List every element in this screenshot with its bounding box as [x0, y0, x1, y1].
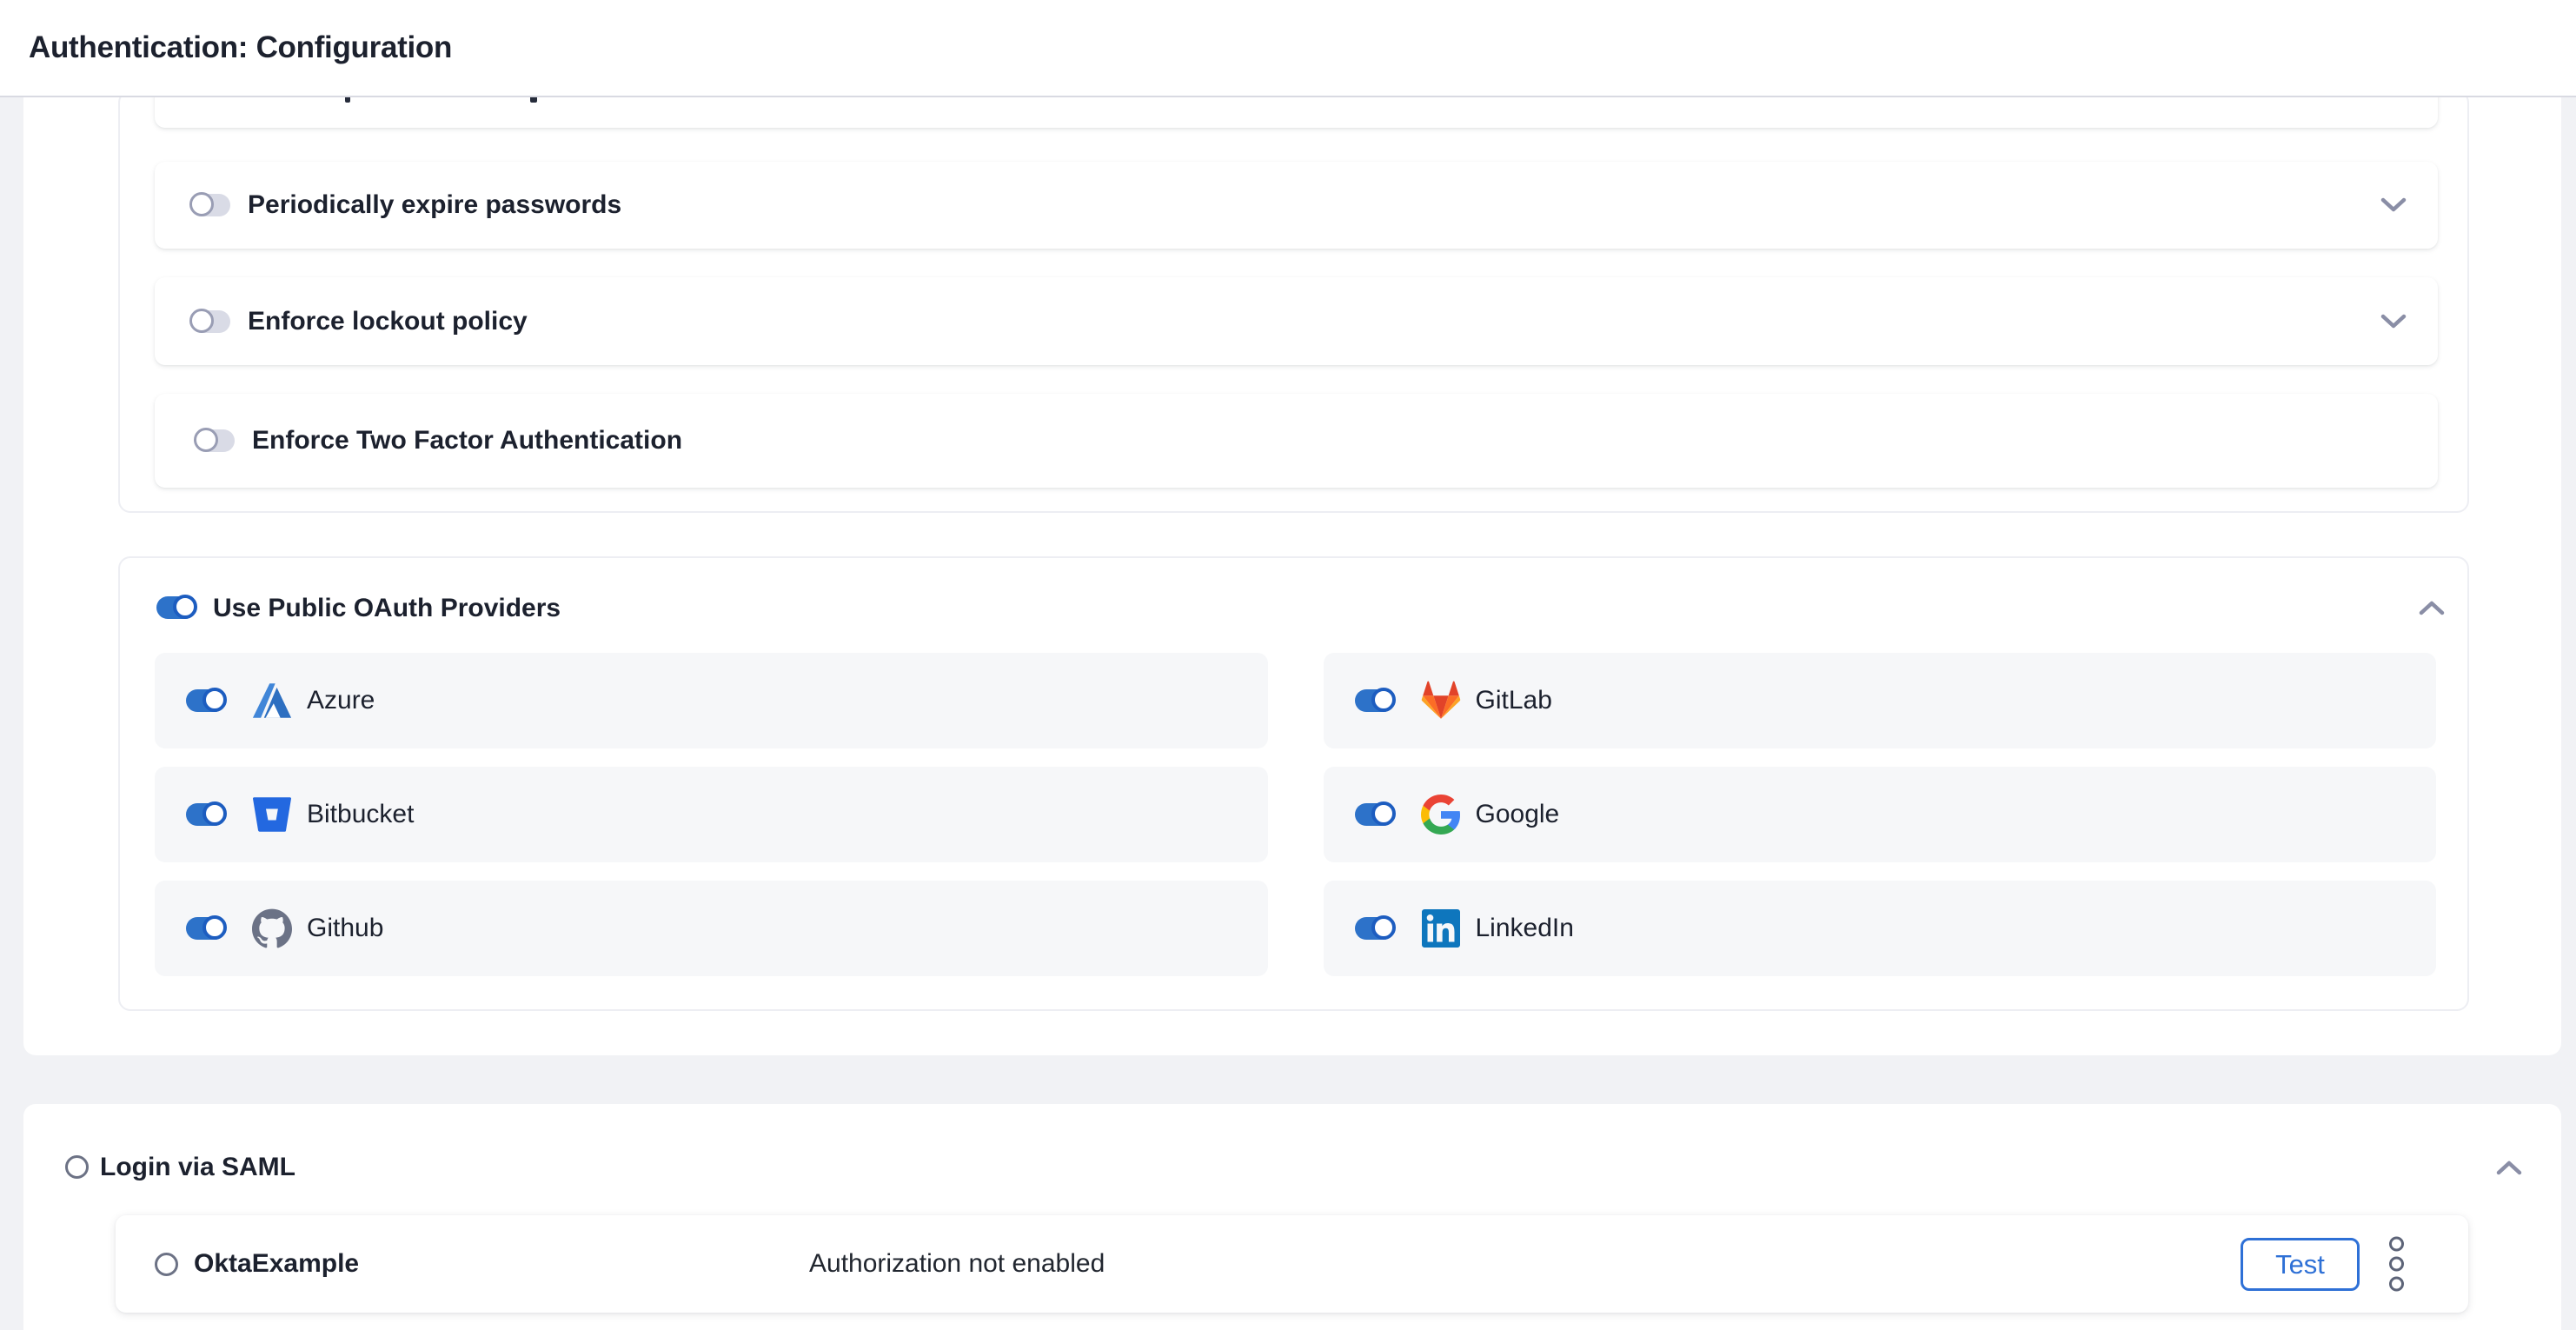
- bitbucket-icon: [252, 795, 292, 835]
- two-factor-toggle[interactable]: [195, 429, 235, 452]
- oauth-master-toggle[interactable]: [156, 596, 196, 619]
- saml-entry-name: OktaExample: [194, 1249, 359, 1279]
- provider-name: LinkedIn: [1476, 914, 1574, 943]
- policy-row-lockout[interactable]: Enforce lockout policy: [155, 277, 2438, 365]
- github-toggle[interactable]: [186, 917, 226, 940]
- azure-icon: [252, 681, 292, 721]
- password-policy-section: Periodically expire passwords Enforce lo…: [118, 90, 2469, 513]
- gitlab-toggle[interactable]: [1355, 689, 1395, 712]
- saml-radio[interactable]: [65, 1155, 89, 1179]
- expire-passwords-toggle[interactable]: [190, 194, 230, 216]
- provider-name: Azure: [307, 686, 375, 715]
- provider-name: GitLab: [1476, 686, 1552, 715]
- policy-row-expire-passwords[interactable]: Periodically expire passwords: [155, 162, 2438, 249]
- provider-row-linkedin: LinkedIn: [1324, 881, 2437, 976]
- provider-row-gitlab: GitLab: [1324, 653, 2437, 748]
- lockout-policy-toggle[interactable]: [190, 310, 230, 333]
- google-toggle[interactable]: [1355, 803, 1395, 826]
- policy-row-two-factor[interactable]: Enforce Two Factor Authentication: [155, 394, 2438, 488]
- okta-radio[interactable]: [155, 1253, 178, 1276]
- oauth-section: Use Public OAuth Providers Azure: [118, 556, 2469, 1011]
- policy-row-label: Periodically expire passwords: [248, 190, 621, 220]
- gitlab-icon: [1421, 681, 1461, 721]
- main-panel: Periodically expire passwords Enforce lo…: [23, 96, 2561, 1055]
- saml-panel: Login via SAML OktaExample Authorization…: [23, 1104, 2561, 1330]
- test-button[interactable]: Test: [2241, 1238, 2360, 1291]
- chevron-down-icon[interactable]: [2379, 196, 2408, 215]
- github-icon: [252, 908, 292, 948]
- provider-row-bitbucket: Bitbucket: [155, 767, 1268, 862]
- provider-row-google: Google: [1324, 767, 2437, 862]
- provider-name: Bitbucket: [307, 800, 414, 829]
- provider-name: Google: [1476, 800, 1560, 829]
- provider-row-github: Github: [155, 881, 1268, 976]
- saml-section-title: Login via SAML: [100, 1153, 295, 1182]
- provider-row-azure: Azure: [155, 653, 1268, 748]
- chevron-up-icon[interactable]: [2417, 598, 2447, 617]
- chevron-up-icon[interactable]: [2494, 1158, 2524, 1177]
- page-header: Authentication: Configuration: [0, 0, 2576, 97]
- azure-toggle[interactable]: [186, 689, 226, 712]
- policy-row-label: Enforce Two Factor Authentication: [252, 426, 682, 456]
- provider-name: Github: [307, 914, 383, 943]
- oauth-provider-grid: Azure: [155, 653, 2436, 976]
- kebab-menu-icon[interactable]: [2381, 1234, 2411, 1294]
- saml-entry-status: Authorization not enabled: [809, 1249, 1105, 1279]
- linkedin-toggle[interactable]: [1355, 917, 1395, 940]
- linkedin-icon: [1421, 908, 1461, 948]
- bitbucket-toggle[interactable]: [186, 803, 226, 826]
- page-title: Authentication: Configuration: [29, 30, 452, 65]
- chevron-down-icon[interactable]: [2379, 312, 2408, 331]
- google-icon: [1421, 795, 1461, 835]
- oauth-section-title: Use Public OAuth Providers: [213, 594, 561, 623]
- authentication-configuration-page: Periodically expire passwords Enforce lo…: [0, 0, 2576, 1330]
- saml-entry-card: OktaExample Authorization not enabled Te…: [116, 1215, 2468, 1313]
- policy-row-label: Enforce lockout policy: [248, 307, 528, 336]
